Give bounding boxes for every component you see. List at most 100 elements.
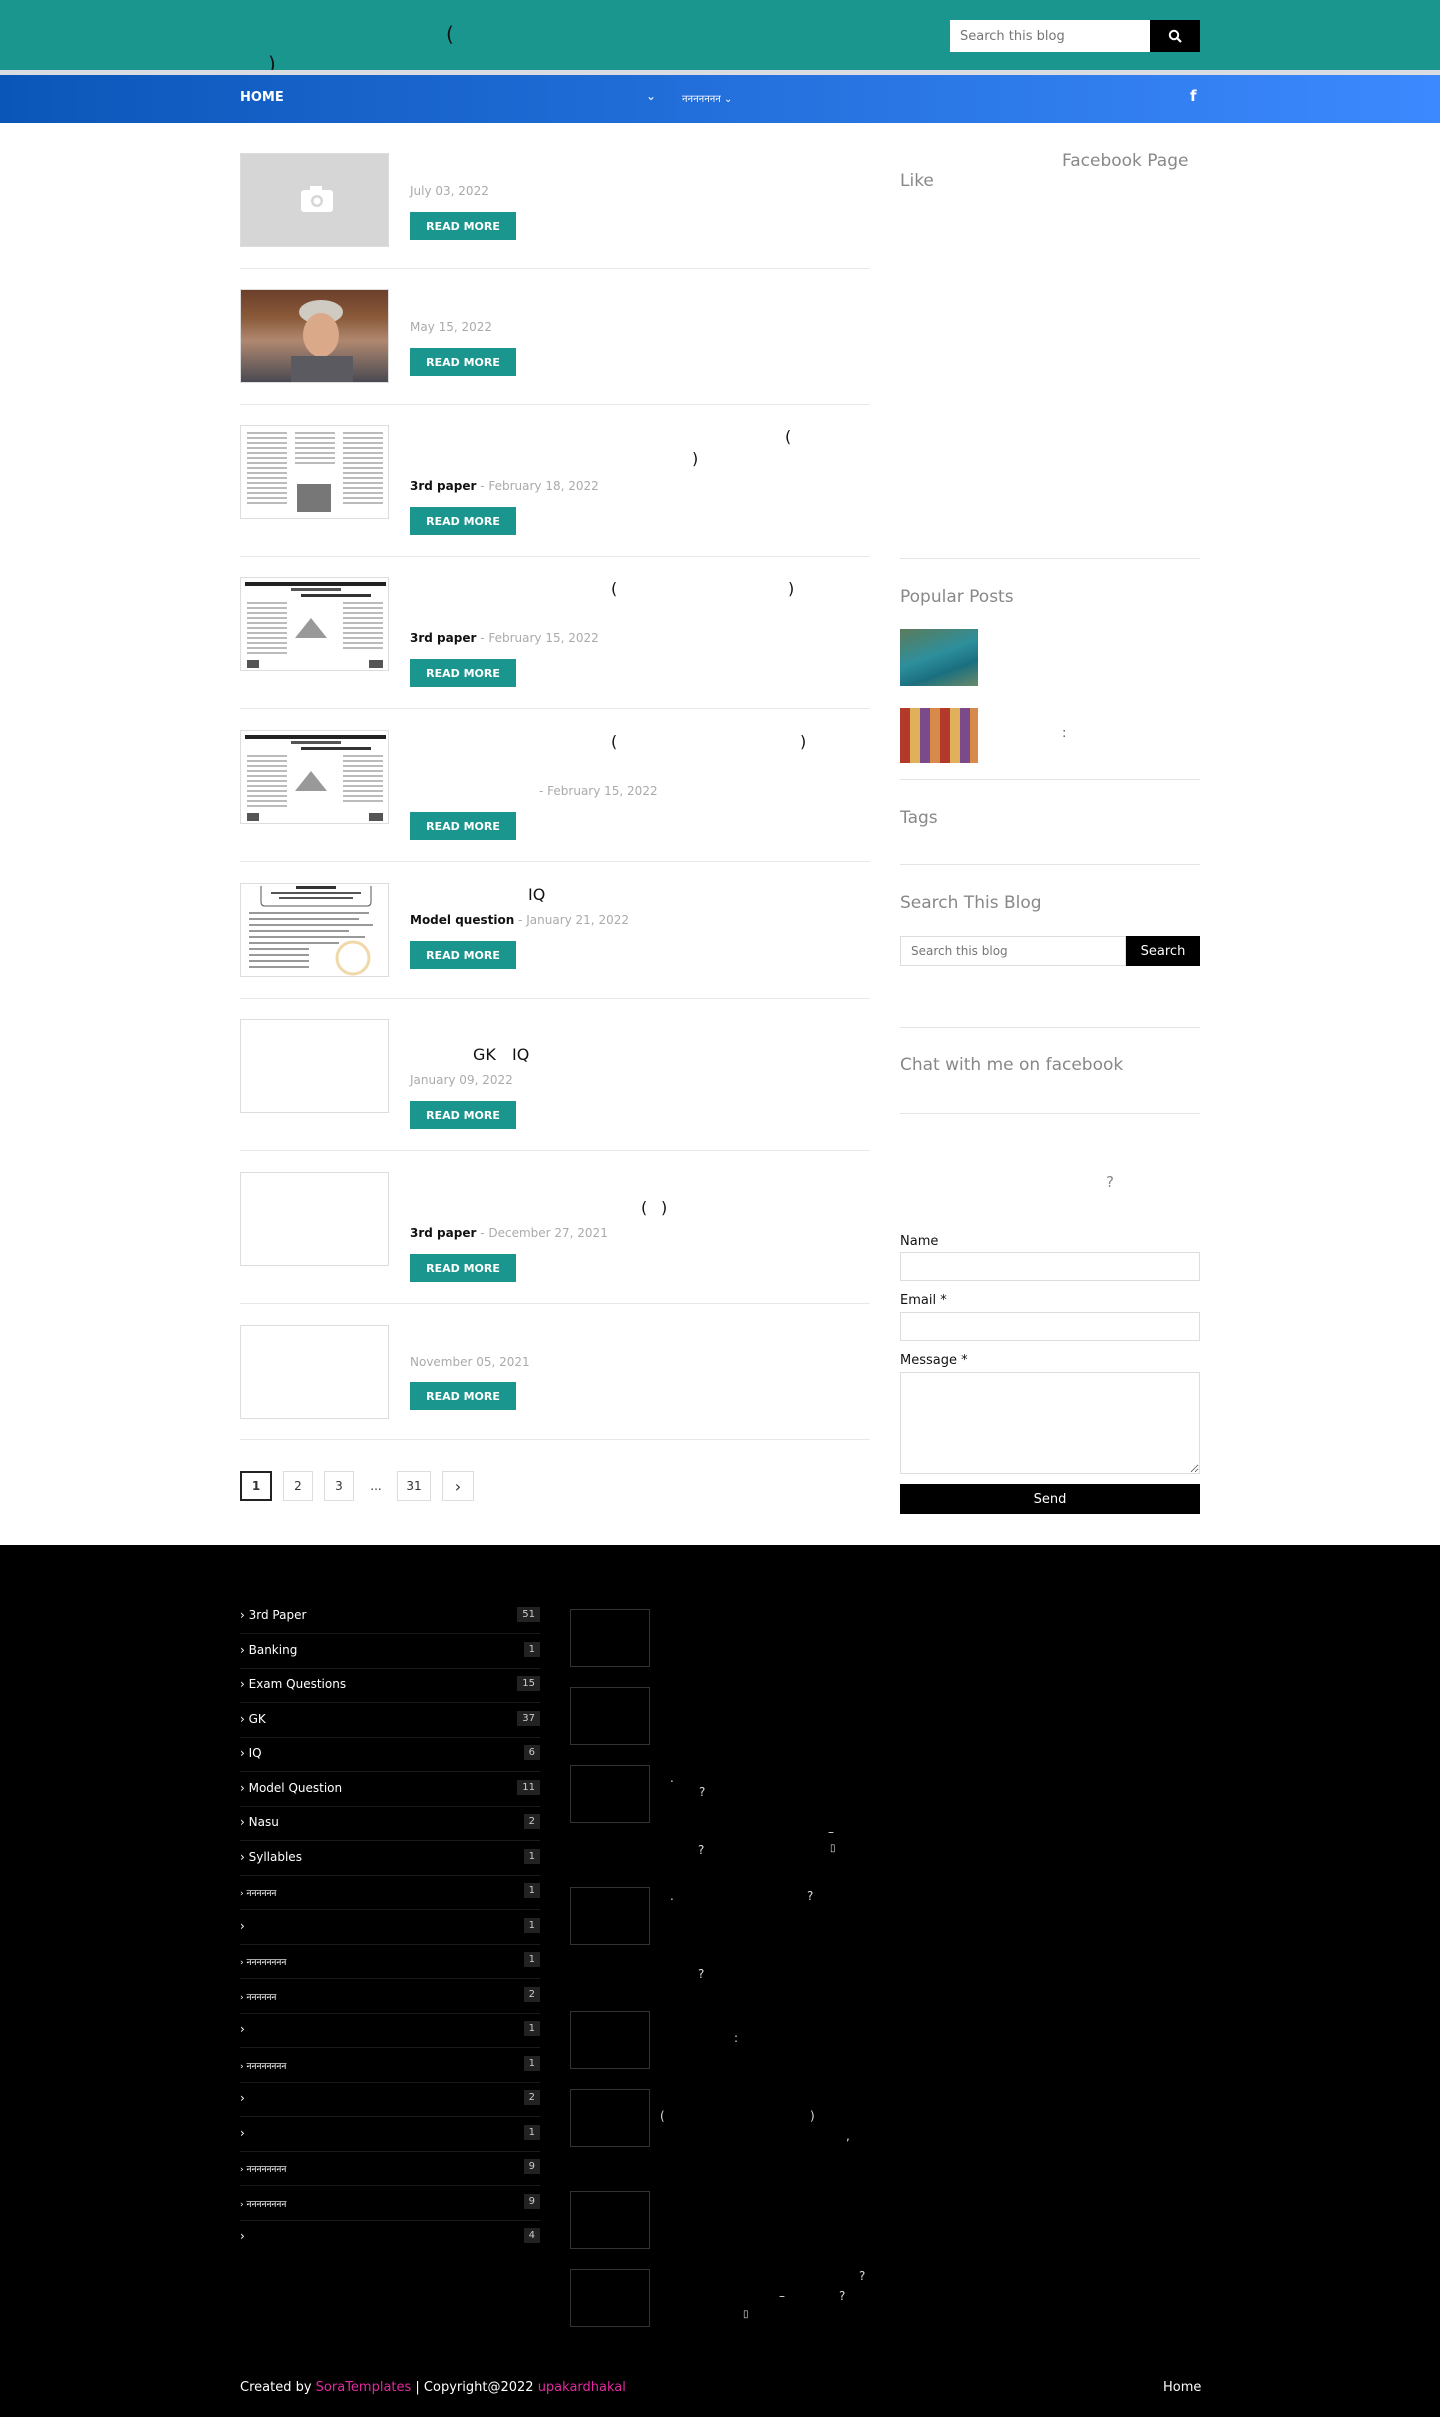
send-button[interactable]: Send: [900, 1484, 1200, 1514]
post-title-part[interactable]: ): [788, 579, 794, 598]
read-more-button[interactable]: READ MORE: [410, 812, 516, 840]
category-name[interactable]: › नननननननन: [240, 2197, 286, 2210]
page-2-button[interactable]: 2: [283, 1471, 313, 1501]
post-thumbnail[interactable]: [240, 425, 389, 519]
footer-post-title[interactable]: –: [828, 1825, 834, 1839]
category-name[interactable]: › Nasu: [240, 1815, 279, 1829]
footer-post-thumbnail[interactable]: [570, 2011, 650, 2069]
post-thumbnail[interactable]: [240, 1172, 389, 1266]
post-thumbnail[interactable]: [240, 289, 389, 383]
category-name[interactable]: › नननननननन: [240, 2059, 286, 2072]
header-search-button[interactable]: [1150, 20, 1200, 52]
read-more-button[interactable]: READ MORE: [410, 659, 516, 687]
sidebar-search-button[interactable]: Search: [1126, 936, 1200, 966]
facebook-like-link[interactable]: Like: [900, 171, 934, 191]
post-title-part[interactable]: GK: [473, 1045, 496, 1064]
facebook-icon[interactable]: f: [1190, 87, 1197, 105]
footer-post-title[interactable]: –: [779, 2289, 785, 2303]
category-name[interactable]: › GK: [240, 1712, 266, 1726]
header-search-input[interactable]: [950, 20, 1150, 52]
blog-title-line1[interactable]: (: [446, 22, 454, 46]
category-name[interactable]: ›: [240, 1919, 245, 1933]
category-item[interactable]: › Nasu 2: [240, 1807, 540, 1841]
category-item[interactable]: › Model Question 11: [240, 1773, 540, 1807]
name-field[interactable]: [900, 1252, 1200, 1281]
post-title-part[interactable]: (: [785, 427, 791, 446]
category-name[interactable]: › नननननन: [240, 1990, 276, 2003]
category-item[interactable]: › नननननननन 9: [240, 2152, 540, 2186]
read-more-button[interactable]: READ MORE: [410, 507, 516, 535]
post-title-part[interactable]: ): [800, 732, 806, 751]
footer-post-title[interactable]: (: [660, 2109, 665, 2123]
footer-post-title[interactable]: ?: [859, 2269, 865, 2283]
read-more-button[interactable]: READ MORE: [410, 941, 516, 969]
post-title-part[interactable]: ): [661, 1198, 667, 1217]
footer-post-thumbnail[interactable]: [570, 2269, 650, 2327]
read-more-button[interactable]: READ MORE: [410, 1382, 516, 1410]
post-label[interactable]: Model question: [410, 913, 514, 927]
post-title-part[interactable]: ): [692, 449, 698, 468]
read-more-button[interactable]: READ MORE: [410, 1101, 516, 1129]
post-title-part[interactable]: (: [641, 1198, 647, 1217]
footer-post-title[interactable]: .: [670, 1771, 674, 1785]
category-item[interactable]: › 1: [240, 2118, 540, 2152]
footer-post-thumbnail[interactable]: [570, 1609, 650, 1667]
read-more-button[interactable]: READ MORE: [410, 212, 516, 240]
footer-post-title[interactable]: :: [734, 2031, 738, 2045]
read-more-button[interactable]: READ MORE: [410, 1254, 516, 1282]
popular-post-thumbnail-river[interactable]: [900, 629, 978, 686]
footer-post-title[interactable]: ?: [698, 1843, 704, 1857]
footer-post-thumbnail[interactable]: [570, 2089, 650, 2147]
footer-post-title[interactable]: ?: [698, 1967, 704, 1981]
post-title-part[interactable]: (: [611, 732, 617, 751]
footer-post-title[interactable]: .: [670, 1889, 674, 1903]
post-thumbnail[interactable]: [240, 883, 389, 977]
category-name[interactable]: ›: [240, 2091, 245, 2105]
category-item[interactable]: › 1: [240, 2014, 540, 2048]
post-label[interactable]: 3rd paper: [410, 479, 476, 493]
category-name[interactable]: › Banking: [240, 1643, 297, 1657]
footer-post-thumbnail[interactable]: [570, 1765, 650, 1823]
footer-post-title[interactable]: ): [810, 2109, 815, 2123]
footer-post-title[interactable]: ,: [846, 2129, 850, 2143]
footer-post-thumbnail[interactable]: [570, 1887, 650, 1945]
category-item[interactable]: › Banking 1: [240, 1635, 540, 1669]
category-item[interactable]: › Syllables 1: [240, 1842, 540, 1876]
post-thumbnail[interactable]: [240, 577, 389, 671]
category-name[interactable]: › Model Question: [240, 1781, 342, 1795]
category-name[interactable]: › IQ: [240, 1746, 262, 1760]
post-title-part[interactable]: IQ: [512, 1045, 529, 1064]
next-page-chevron-icon[interactable]: ›: [442, 1471, 474, 1501]
category-item[interactable]: › नननननननन 1: [240, 2049, 540, 2083]
popular-post-title[interactable]: :: [1062, 726, 1066, 741]
page-1-button[interactable]: 1: [240, 1471, 272, 1501]
footer-post-title[interactable]: ?: [839, 2289, 845, 2303]
read-more-button[interactable]: READ MORE: [410, 348, 516, 376]
category-name[interactable]: › नननननननन: [240, 1955, 286, 1968]
post-thumbnail[interactable]: [240, 1325, 389, 1419]
footer-post-title[interactable]: ▯: [830, 1843, 836, 1854]
category-name[interactable]: › नननननन: [240, 1886, 276, 1899]
category-item[interactable]: › Exam Questions 15: [240, 1669, 540, 1703]
post-title-part[interactable]: (: [611, 579, 617, 598]
category-item[interactable]: › नननननननन 9: [240, 2187, 540, 2221]
sidebar-search-input[interactable]: [900, 936, 1126, 966]
message-field[interactable]: [900, 1372, 1200, 1474]
page-31-button[interactable]: 31: [397, 1471, 431, 1501]
footer-post-title[interactable]: ▯: [743, 2309, 749, 2320]
nav-dropdown-2[interactable]: ननननननन ⌄: [682, 91, 732, 105]
footer-post-title[interactable]: ?: [699, 1785, 705, 1799]
page-3-button[interactable]: 3: [324, 1471, 354, 1501]
category-name[interactable]: ›: [240, 2126, 245, 2140]
category-item[interactable]: › 1: [240, 1911, 540, 1945]
post-thumbnail[interactable]: [240, 730, 389, 824]
category-name[interactable]: › Syllables: [240, 1850, 302, 1864]
popular-post-thumbnail-gods[interactable]: [900, 708, 978, 763]
post-title[interactable]: IQ: [528, 885, 545, 904]
category-name[interactable]: › Exam Questions: [240, 1677, 346, 1691]
category-item[interactable]: › नननननन 1: [240, 1876, 540, 1910]
footer-post-thumbnail[interactable]: [570, 2191, 650, 2249]
category-item[interactable]: › 2: [240, 2083, 540, 2117]
category-item[interactable]: › 4: [240, 2221, 540, 2255]
category-item[interactable]: › नननननन 2: [240, 1980, 540, 2014]
